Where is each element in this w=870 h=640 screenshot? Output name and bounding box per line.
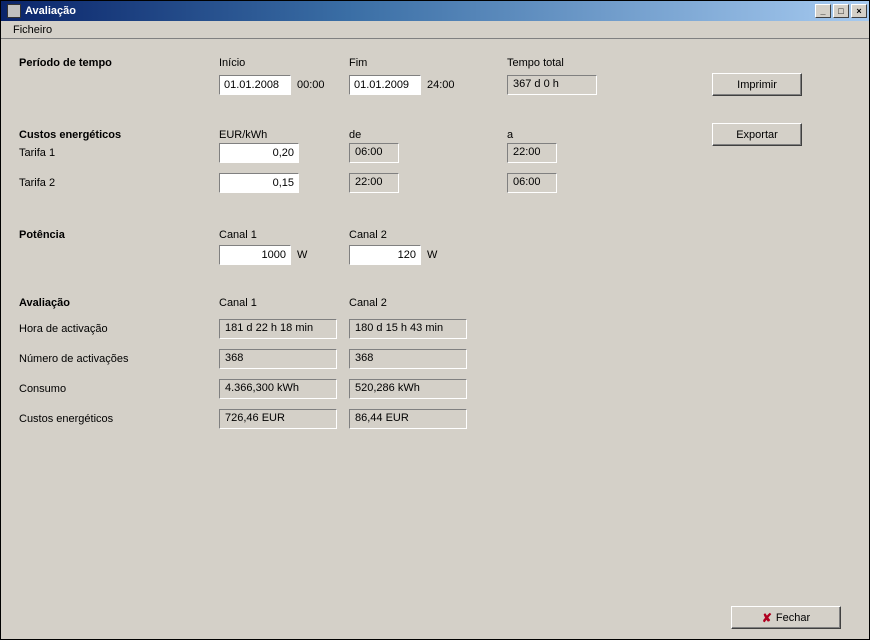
nact-canal1-value: 368 bbox=[219, 349, 337, 369]
avaliacao-canal1-label: Canal 1 bbox=[219, 297, 257, 309]
tarifa1-de-value: 06:00 bbox=[349, 143, 399, 163]
tarifa1-a-value: 22:00 bbox=[507, 143, 557, 163]
menu-ficheiro[interactable]: Ficheiro bbox=[7, 22, 58, 38]
window: Avaliação _ □ × Ficheiro Período de temp… bbox=[0, 0, 870, 640]
tempo-total-value: 367 d 0 h bbox=[507, 75, 597, 95]
window-controls: _ □ × bbox=[813, 4, 867, 18]
hora-canal1-value: 181 d 22 h 18 min bbox=[219, 319, 337, 339]
fim-time: 24:00 bbox=[427, 79, 455, 91]
close-icon: ✘ bbox=[762, 613, 772, 623]
custos-row-label: Custos energéticos bbox=[19, 413, 113, 425]
inicio-field[interactable] bbox=[219, 75, 291, 95]
inicio-time: 00:00 bbox=[297, 79, 325, 91]
hora-activacao-label: Hora de activação bbox=[19, 323, 108, 335]
fim-label: Fim bbox=[349, 57, 367, 69]
inicio-label: Início bbox=[219, 57, 245, 69]
potencia-canal2-field[interactable] bbox=[349, 245, 421, 265]
window-title: Avaliação bbox=[25, 5, 76, 17]
potencia-canal2-label: Canal 2 bbox=[349, 229, 387, 241]
potencia-canal2-unit: W bbox=[427, 249, 437, 261]
potencia-canal1-field[interactable] bbox=[219, 245, 291, 265]
content: Período de tempo Início Fim Tempo total … bbox=[1, 39, 869, 639]
custos-heading: Custos energéticos bbox=[19, 129, 121, 141]
minimize-button[interactable]: _ bbox=[815, 4, 831, 18]
consumo-canal2-value: 520,286 kWh bbox=[349, 379, 467, 399]
num-activacoes-label: Número de activações bbox=[19, 353, 128, 365]
consumo-label: Consumo bbox=[19, 383, 66, 395]
custos-canal1-value: 726,46 EUR bbox=[219, 409, 337, 429]
imprimir-button[interactable]: Imprimir bbox=[712, 73, 802, 96]
app-icon bbox=[7, 4, 21, 18]
fechar-button[interactable]: ✘ Fechar bbox=[731, 606, 841, 629]
tempo-total-label: Tempo total bbox=[507, 57, 564, 69]
periodo-heading: Período de tempo bbox=[19, 57, 112, 69]
tarifa2-de-value: 22:00 bbox=[349, 173, 399, 193]
de-label: de bbox=[349, 129, 361, 141]
a-label: a bbox=[507, 129, 513, 141]
tarifa2-a-value: 06:00 bbox=[507, 173, 557, 193]
maximize-button[interactable]: □ bbox=[833, 4, 849, 18]
menubar: Ficheiro bbox=[1, 21, 869, 39]
consumo-canal1-value: 4.366,300 kWh bbox=[219, 379, 337, 399]
potencia-canal1-unit: W bbox=[297, 249, 307, 261]
avaliacao-heading: Avaliação bbox=[19, 297, 70, 309]
avaliacao-canal2-label: Canal 2 bbox=[349, 297, 387, 309]
fim-field[interactable] bbox=[349, 75, 421, 95]
tarifa2-label: Tarifa 2 bbox=[19, 177, 55, 189]
hora-canal2-value: 180 d 15 h 43 min bbox=[349, 319, 467, 339]
tarifa1-rate-field[interactable] bbox=[219, 143, 299, 163]
tarifa2-rate-field[interactable] bbox=[219, 173, 299, 193]
potencia-canal1-label: Canal 1 bbox=[219, 229, 257, 241]
fechar-label: Fechar bbox=[776, 612, 810, 624]
titlebar: Avaliação _ □ × bbox=[1, 1, 869, 21]
eurkwh-label: EUR/kWh bbox=[219, 129, 267, 141]
nact-canal2-value: 368 bbox=[349, 349, 467, 369]
tarifa1-label: Tarifa 1 bbox=[19, 147, 55, 159]
potencia-heading: Potência bbox=[19, 229, 65, 241]
close-window-button[interactable]: × bbox=[851, 4, 867, 18]
custos-canal2-value: 86,44 EUR bbox=[349, 409, 467, 429]
